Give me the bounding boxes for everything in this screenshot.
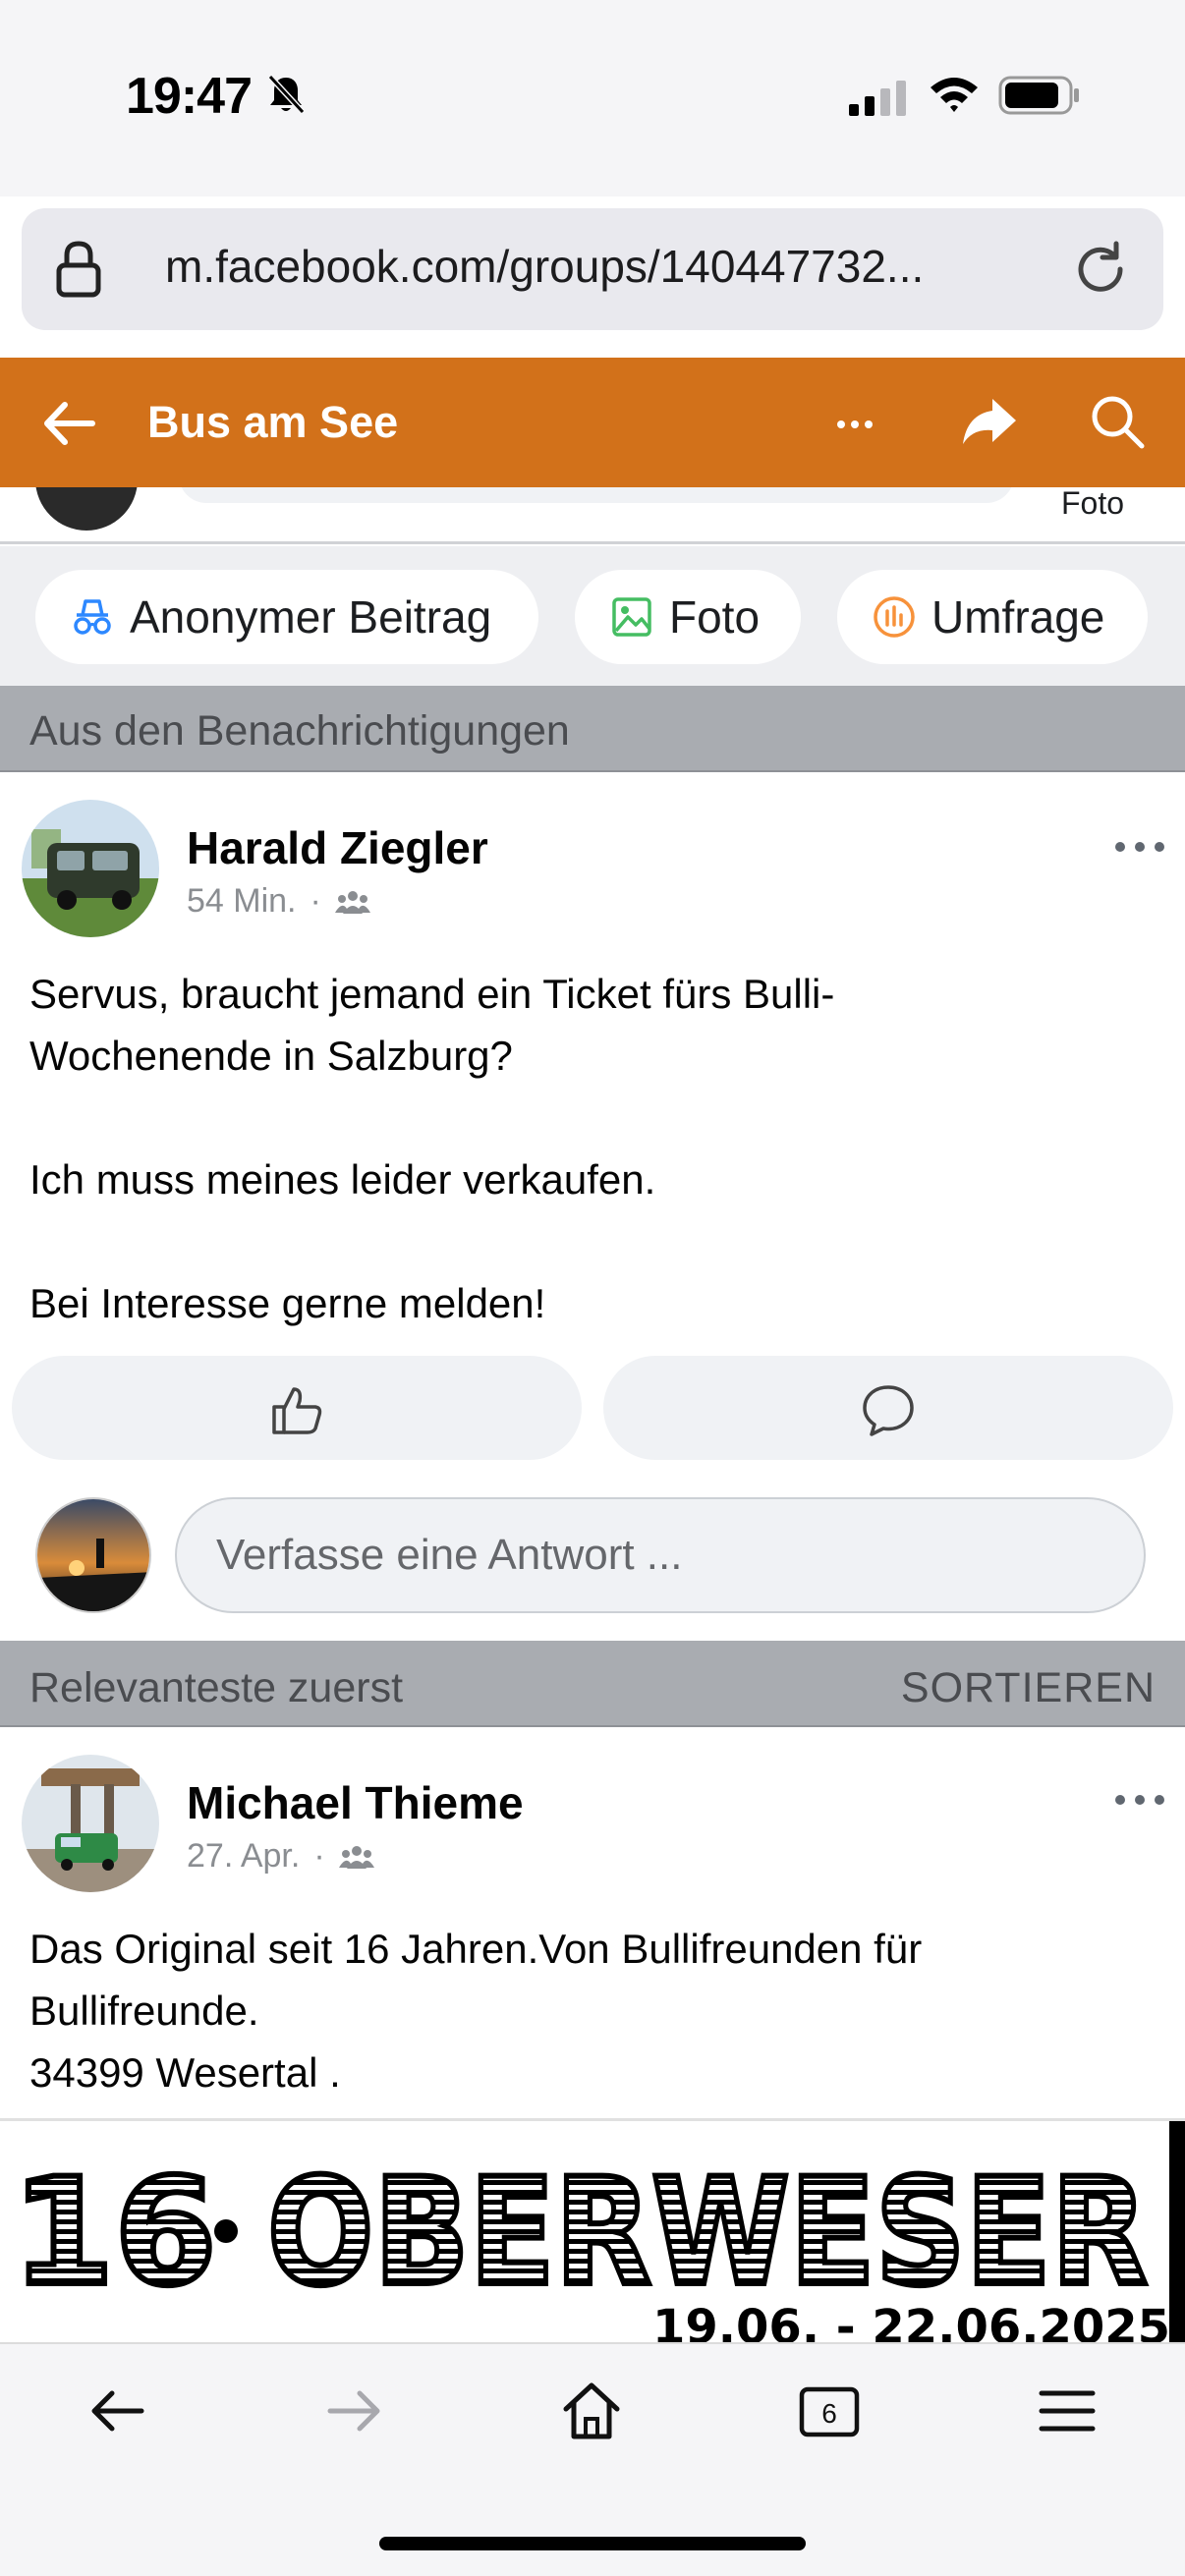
post-image[interactable]: 16 OBERWESER 19.06. - 22.06.2025 <box>0 2118 1185 2342</box>
reload-icon[interactable] <box>1071 240 1130 299</box>
meta-separator: · <box>310 882 321 920</box>
post-author-name[interactable]: Michael Thieme <box>187 1776 524 1829</box>
post-meta: 27. Apr. · <box>187 1837 374 1876</box>
menu-icon[interactable] <box>1034 2378 1100 2444</box>
like-button[interactable] <box>12 1356 582 1460</box>
sunset-photo <box>37 1499 149 1611</box>
comment-icon <box>863 1385 914 1436</box>
banner-title: OBERWESER <box>267 2148 1148 2319</box>
comment-button[interactable] <box>603 1356 1173 1460</box>
meta-separator: · <box>313 1837 325 1875</box>
user-avatar[interactable] <box>35 487 138 531</box>
post-line: Ich muss meines leider verkaufen. <box>29 1156 656 1203</box>
van-photo <box>22 800 159 937</box>
post-author-avatar[interactable] <box>22 800 159 937</box>
chip-label: Foto <box>669 591 761 643</box>
photo-chip[interactable]: Foto <box>575 570 801 664</box>
sort-button[interactable]: SORTIEREN <box>901 1664 1156 1712</box>
forward-icon[interactable] <box>320 2378 387 2444</box>
post-line: Das Original seit 16 Jahren.Von Bullifre… <box>29 1926 923 1972</box>
incognito-icon <box>74 599 111 635</box>
section-label: Relevanteste zuerst <box>29 1664 404 1711</box>
battery-icon <box>998 76 1079 115</box>
post-line <box>29 1087 1150 1148</box>
back-arrow-icon[interactable] <box>39 393 100 454</box>
status-time: 19:47 <box>126 68 253 125</box>
post-body: Das Original seit 16 Jahren.Von Bullifre… <box>29 1918 1150 2103</box>
composer-input[interactable] <box>179 487 1014 503</box>
post-body: Servus, braucht jemand ein Ticket fürs B… <box>29 963 1150 1334</box>
home-icon[interactable] <box>558 2378 625 2444</box>
url-text[interactable]: m.facebook.com/groups/140447732... <box>165 240 924 293</box>
post-author-avatar[interactable] <box>22 1755 159 1892</box>
chip-label: Anonymer Beitrag <box>130 591 492 643</box>
post-line: 34399 Wesertal . <box>29 2049 341 2096</box>
post-options-icon[interactable] <box>1112 837 1167 857</box>
post-line: Wochenende in Salzburg? <box>29 1033 513 1079</box>
anonymous-post-chip[interactable]: Anonymer Beitrag <box>35 570 538 664</box>
thumbs-up-icon <box>272 1387 322 1434</box>
post-line: Bei Interesse gerne melden! <box>29 1280 546 1326</box>
post-line: Bullifreunde. <box>29 1988 259 2034</box>
cellular-signal-icon <box>849 81 906 116</box>
post-line: Servus, braucht jemand ein Ticket fürs B… <box>29 971 835 1017</box>
sort-section-header: Relevanteste zuerst SORTIEREN <box>0 1641 1185 1727</box>
bell-off-icon <box>267 74 306 115</box>
post-timestamp[interactable]: 54 Min. <box>187 882 297 921</box>
poll-chip[interactable]: Umfrage <box>837 570 1148 664</box>
foto-label[interactable]: Foto <box>1061 485 1124 522</box>
post-meta: 54 Min. · <box>187 882 370 921</box>
banner-dates: 19.06. - 22.06.2025 <box>652 2300 1170 2342</box>
wifi-icon <box>931 78 978 112</box>
post-options-icon[interactable] <box>1112 1790 1167 1810</box>
chip-label: Umfrage <box>931 591 1105 643</box>
banner-number: 16 <box>12 2148 217 2319</box>
group-title[interactable]: Bus am See <box>147 397 398 448</box>
composer-peek-row <box>0 487 1185 544</box>
my-avatar[interactable] <box>35 1497 151 1613</box>
post-author-name[interactable]: Harald Ziegler <box>187 821 488 874</box>
post-timestamp[interactable]: 27. Apr. <box>187 1837 300 1876</box>
home-indicator[interactable] <box>379 2537 806 2550</box>
search-icon[interactable] <box>1087 391 1148 452</box>
more-icon[interactable] <box>831 401 878 448</box>
notifications-section-header: Aus den Benachrichtigungen <box>0 686 1185 772</box>
group-icon <box>334 890 370 914</box>
back-icon[interactable] <box>85 2378 151 2444</box>
poll-icon <box>874 596 915 638</box>
tabs-icon[interactable]: 6 <box>796 2378 863 2444</box>
share-icon[interactable] <box>959 391 1018 450</box>
group-icon <box>338 1845 374 1869</box>
reply-input[interactable]: Verfasse eine Antwort ... <box>175 1497 1146 1613</box>
event-banner: 16 OBERWESER 19.06. - 22.06.2025 <box>9 2121 1185 2342</box>
post-line <box>29 1210 1150 1272</box>
lock-icon <box>56 241 101 298</box>
van-crane-photo <box>22 1755 159 1892</box>
tab-count: 6 <box>821 2398 837 2429</box>
photo-icon <box>612 597 651 637</box>
section-label: Aus den Benachrichtigungen <box>29 707 570 755</box>
